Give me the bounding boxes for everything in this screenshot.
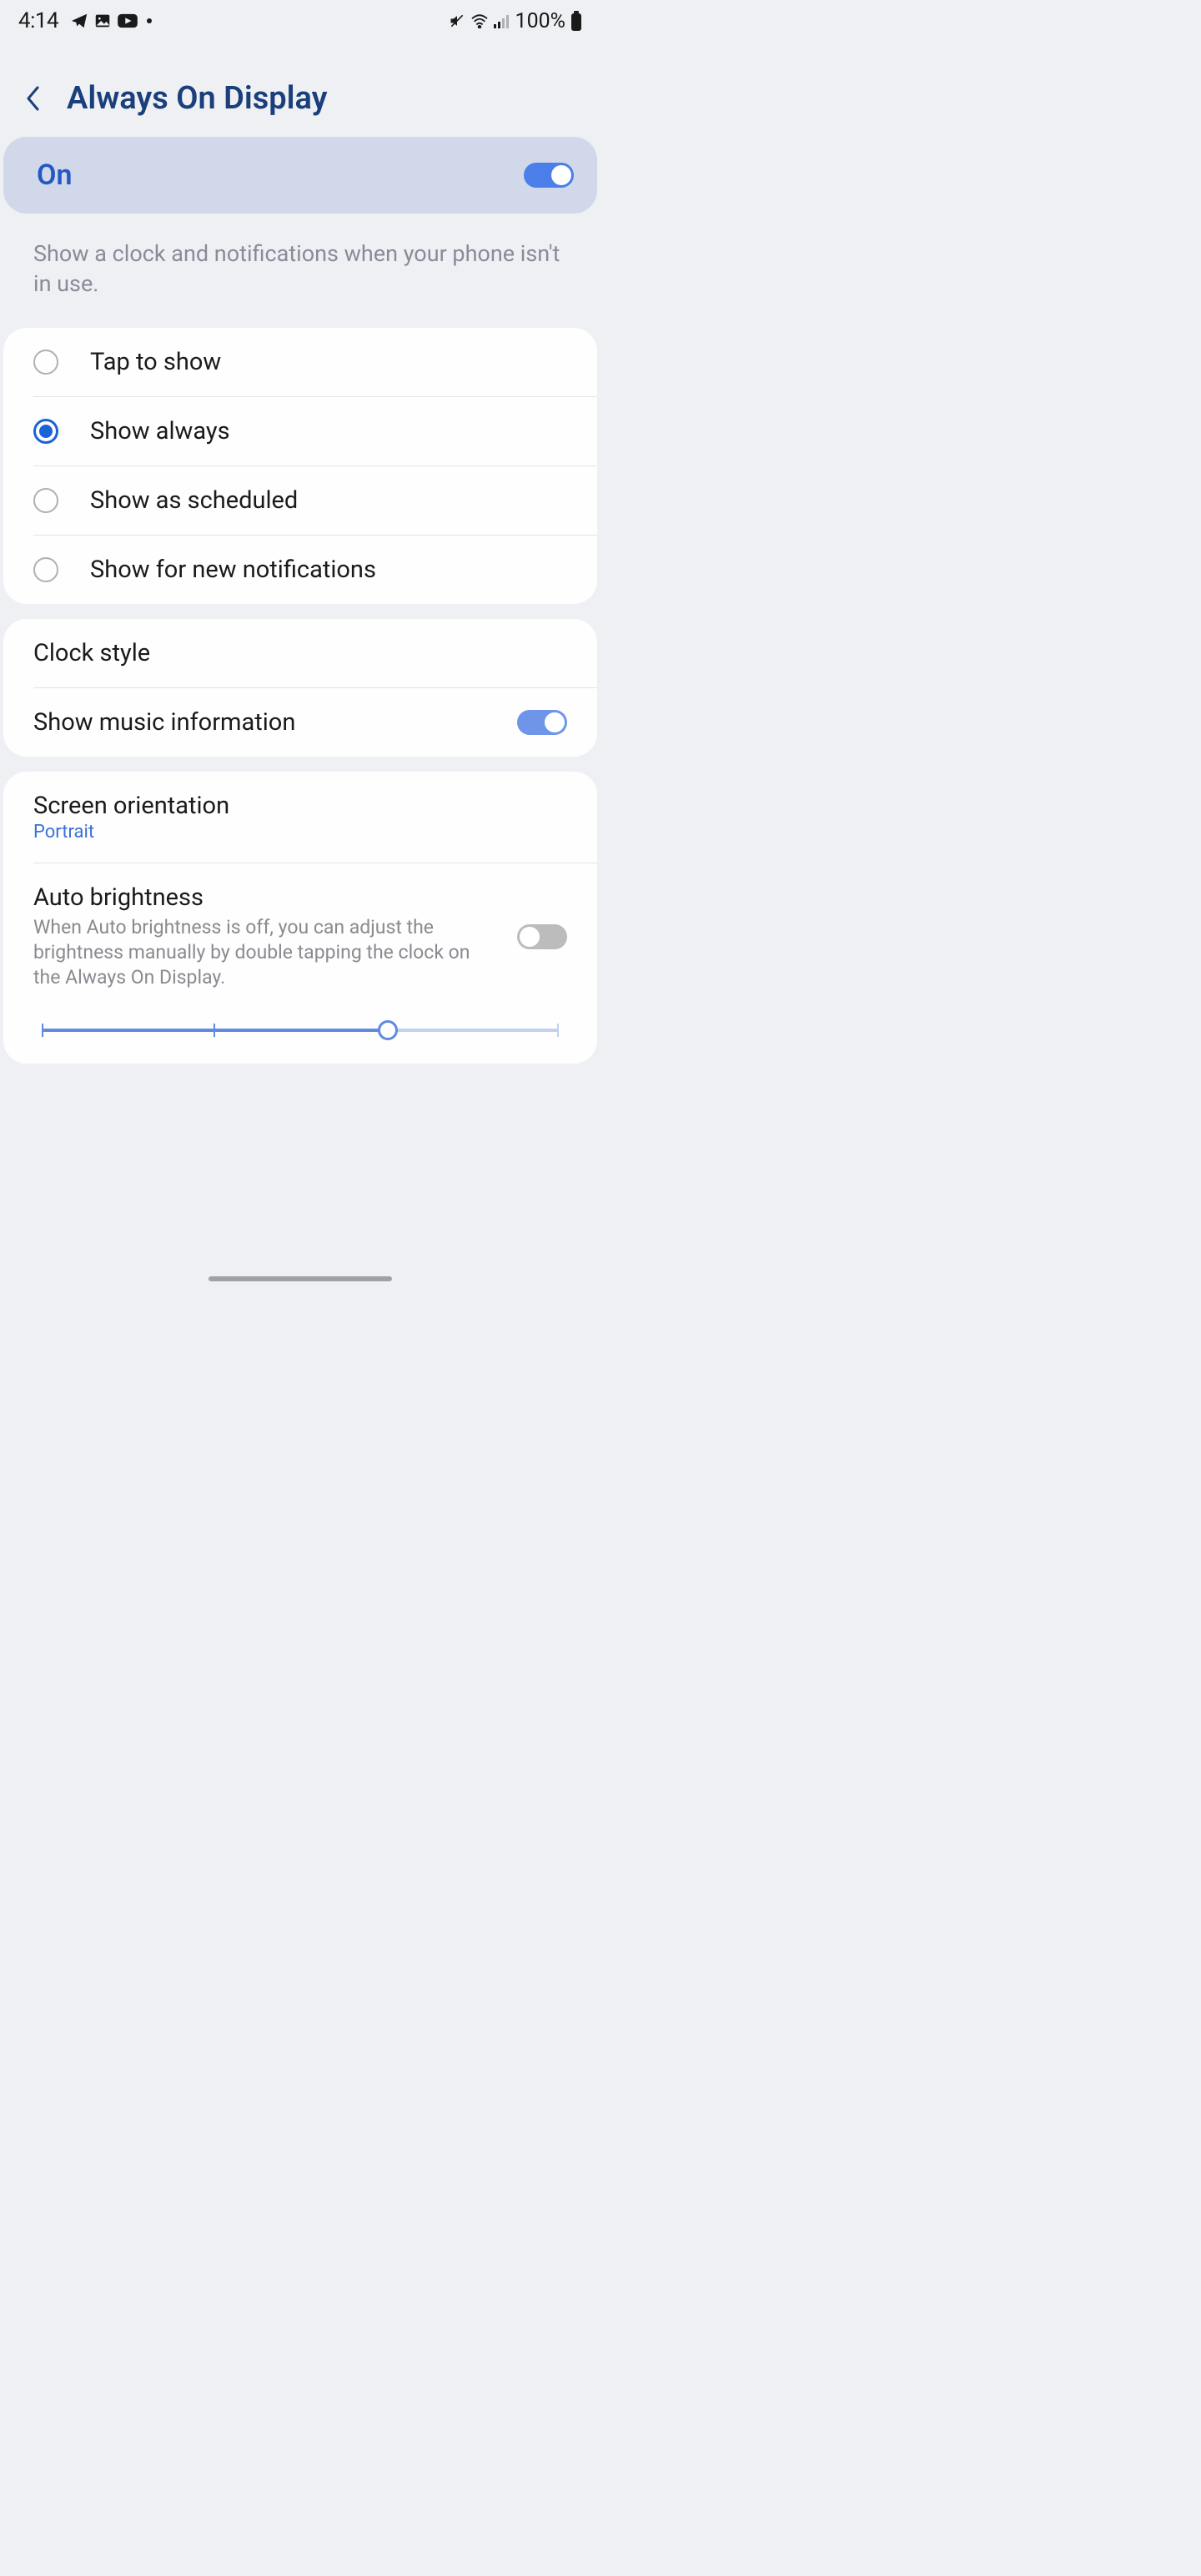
mute-icon	[449, 13, 465, 29]
display-mode-card: Tap to show Show always Show as schedule…	[3, 328, 597, 604]
battery-icon	[570, 11, 582, 31]
auto-brightness-label: Auto brightness	[33, 883, 517, 912]
clock-style-row[interactable]: Clock style	[3, 619, 597, 687]
slider-tick-mid	[214, 1024, 215, 1037]
auto-brightness-content: Auto brightness When Auto brightness is …	[33, 883, 517, 990]
feature-description: Show a clock and notifications when your…	[0, 214, 600, 328]
screen-orientation-value: Portrait	[33, 822, 567, 843]
youtube-icon	[117, 13, 138, 29]
status-bar: 4:14 100%	[0, 0, 600, 37]
slider-tick-start	[42, 1024, 43, 1037]
wifi-icon	[470, 13, 489, 28]
auto-brightness-row[interactable]: Auto brightness When Auto brightness is …	[3, 863, 597, 1010]
screen-orientation-label: Screen orientation	[33, 792, 567, 820]
music-info-toggle[interactable]	[517, 710, 567, 735]
music-info-row[interactable]: Show music information	[3, 688, 597, 757]
status-time: 4:14	[18, 8, 58, 33]
battery-percent: 100%	[515, 9, 565, 33]
radio-inner-dot	[39, 425, 53, 438]
image-icon	[93, 12, 112, 30]
toggle-knob	[551, 165, 571, 185]
clock-style-label: Clock style	[33, 639, 150, 667]
telegram-icon	[70, 12, 88, 30]
master-toggle-switch[interactable]	[524, 163, 574, 188]
master-toggle-card[interactable]: On	[3, 137, 597, 214]
radio-option-show-always[interactable]: Show always	[3, 397, 597, 465]
signal-icon	[494, 13, 510, 28]
radio-option-tap-to-show[interactable]: Tap to show	[3, 328, 597, 396]
slider-tick-end	[557, 1024, 559, 1037]
music-info-label: Show music information	[33, 708, 295, 737]
screen-orientation-content: Screen orientation Portrait	[33, 792, 567, 843]
master-toggle-label: On	[37, 158, 72, 192]
radio-option-show-as-scheduled[interactable]: Show as scheduled	[3, 466, 597, 535]
auto-brightness-toggle[interactable]	[517, 924, 567, 949]
page-title: Always On Display	[67, 80, 328, 117]
slider-thumb[interactable]	[378, 1020, 398, 1040]
status-notification-icons	[70, 12, 152, 30]
radio-label: Show as scheduled	[90, 486, 298, 515]
radio-icon	[33, 557, 58, 582]
status-bar-left: 4:14	[18, 8, 152, 33]
brightness-slider[interactable]	[42, 1027, 559, 1034]
radio-label: Tap to show	[90, 348, 221, 376]
screen-settings-card: Screen orientation Portrait Auto brightn…	[3, 772, 597, 1064]
brightness-slider-container	[3, 1010, 597, 1064]
radio-label: Show for new notifications	[90, 556, 376, 584]
page-header: Always On Display	[0, 37, 600, 137]
back-button[interactable]	[18, 83, 48, 113]
radio-icon	[33, 488, 58, 513]
chevron-left-icon	[25, 84, 42, 113]
radio-icon-selected	[33, 419, 58, 444]
radio-icon	[33, 350, 58, 375]
auto-brightness-description: When Auto brightness is off, you can adj…	[33, 915, 517, 990]
radio-label: Show always	[90, 417, 230, 445]
clock-settings-card: Clock style Show music information	[3, 619, 597, 757]
status-bar-right: 100%	[449, 9, 582, 33]
radio-option-show-for-new-notifications[interactable]: Show for new notifications	[3, 536, 597, 604]
navigation-handle[interactable]	[209, 1276, 392, 1281]
toggle-knob	[545, 712, 565, 732]
screen-orientation-row[interactable]: Screen orientation Portrait	[3, 772, 597, 863]
toggle-knob	[520, 927, 540, 947]
more-dot-icon	[147, 18, 152, 23]
